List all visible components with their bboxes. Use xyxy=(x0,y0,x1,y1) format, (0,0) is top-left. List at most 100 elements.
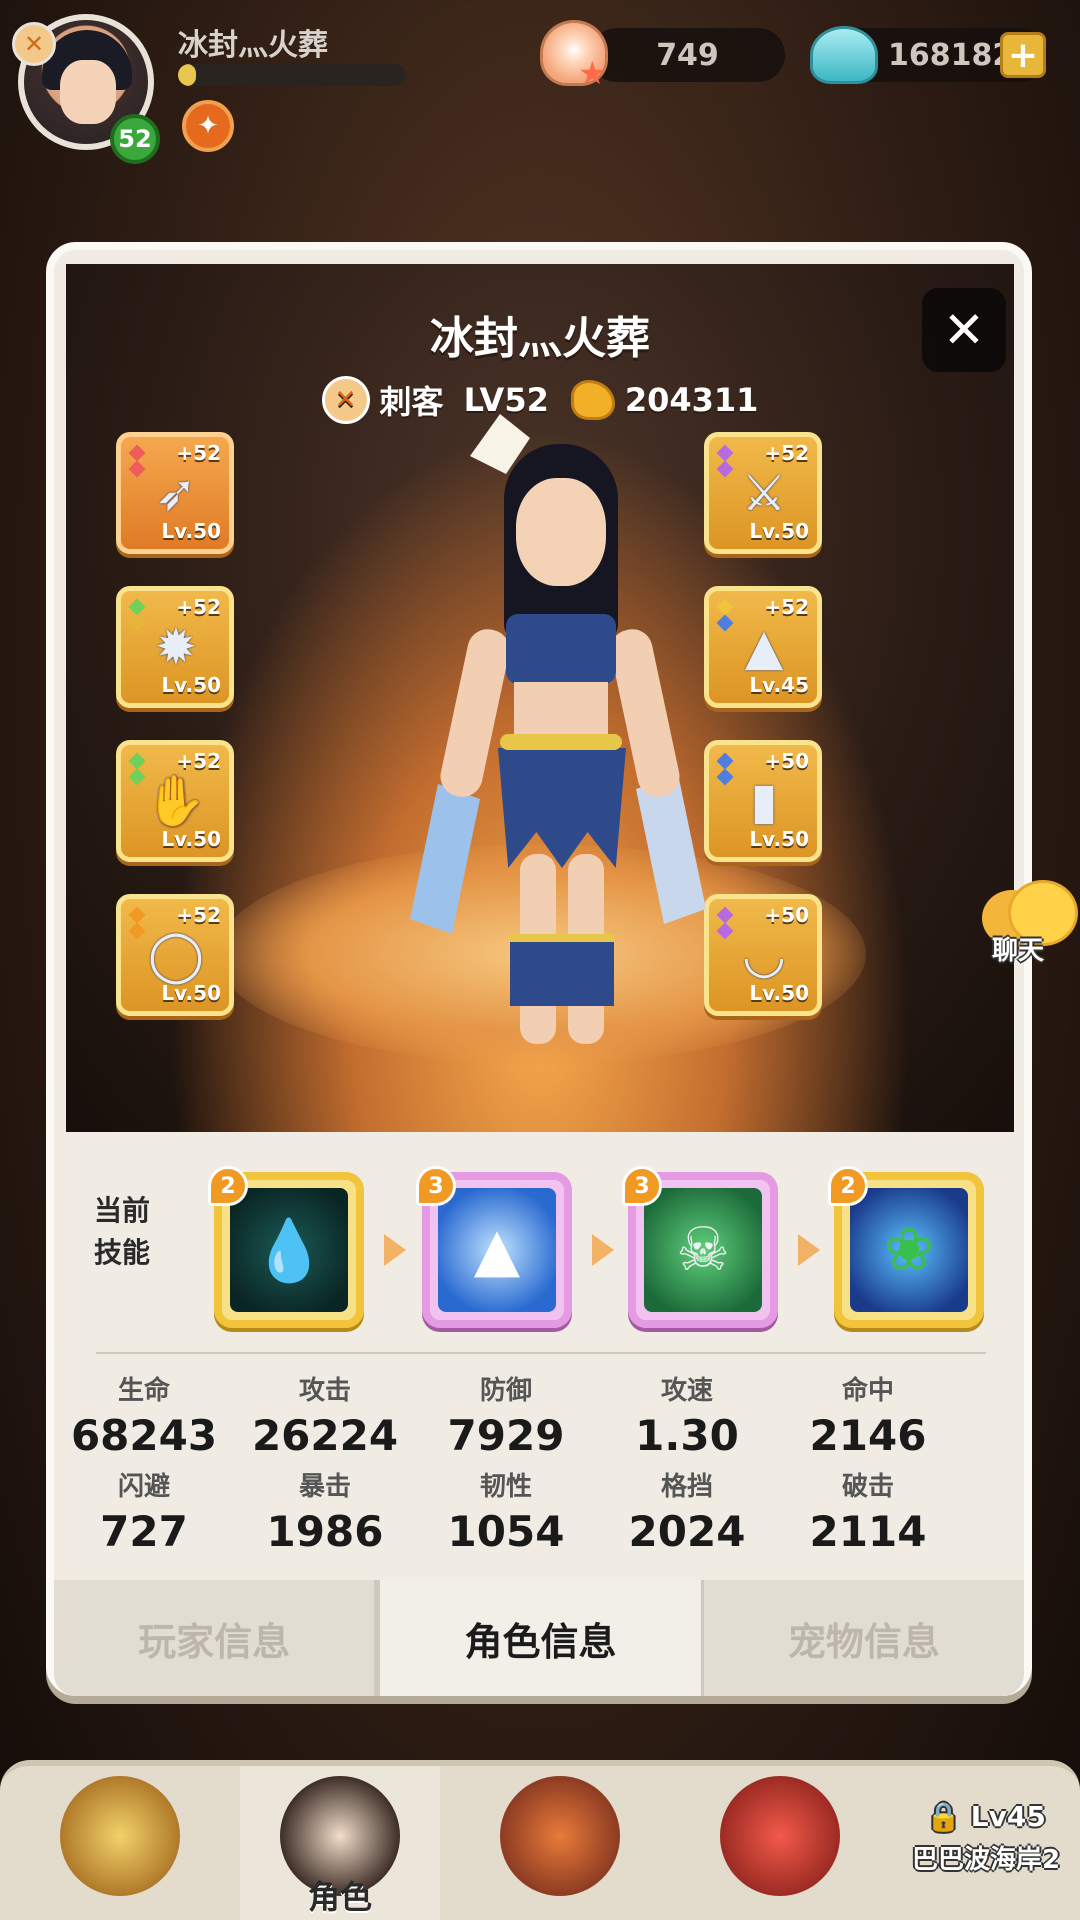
stat-value: 1054 xyxy=(447,1507,565,1556)
equip-slot-left-4[interactable]: ◯ +52 Lv.50 xyxy=(116,894,234,1016)
left-boot xyxy=(510,934,564,1006)
nav-item-tribe[interactable] xyxy=(20,1766,220,1920)
starfish-icon: ★ xyxy=(578,54,607,92)
lock-icon: 🔒 xyxy=(926,1800,962,1833)
stat-item: 生命 68243 xyxy=(54,1370,234,1460)
nav-item-pet[interactable] xyxy=(680,1766,880,1920)
gem-icon xyxy=(716,752,734,770)
item-level: Lv.50 xyxy=(749,981,809,1005)
lock-level: 🔒 Lv45 xyxy=(896,1800,1076,1833)
item-level: Lv.50 xyxy=(161,827,221,851)
equip-slot-right-4[interactable]: ◡ +50 Lv.50 xyxy=(704,894,822,1016)
skill-slot-1[interactable]: 💧 2 xyxy=(208,1166,364,1328)
add-currency-button[interactable]: + xyxy=(1000,32,1046,78)
assassin-class-icon: ✕ xyxy=(12,22,56,66)
lock-location-name: 巴巴波海岸2 xyxy=(911,1845,1061,1875)
stat-label: 攻击 xyxy=(298,1376,351,1406)
avatar-face xyxy=(60,60,116,124)
stat-label: 格挡 xyxy=(660,1472,713,1502)
hero-head xyxy=(516,478,606,586)
nav-item-role[interactable]: 角色 xyxy=(240,1766,440,1920)
hat-icon: ▲ xyxy=(744,618,784,676)
enhance-level: +50 xyxy=(764,903,809,927)
skill-slot-4[interactable]: ❀ 2 xyxy=(828,1166,984,1328)
shell-currency: 749 xyxy=(590,28,785,82)
chat-button[interactable]: 聊天 xyxy=(982,880,1080,980)
nav-item-totem[interactable] xyxy=(460,1766,660,1920)
spear-icon: ➶ xyxy=(155,464,197,522)
stat-value: 727 xyxy=(100,1507,188,1556)
leaf-creature-icon: ❀ xyxy=(850,1188,968,1312)
tab-pet-info[interactable]: 宠物信息 xyxy=(703,1580,1024,1696)
gem-icon xyxy=(128,906,146,924)
skill-4-count: 2 xyxy=(828,1166,868,1206)
stat-label: 命中 xyxy=(841,1376,894,1406)
player-name: 冰封灬火葬 xyxy=(178,28,328,63)
water-drop-icon: 💧 xyxy=(230,1188,348,1312)
gem-icon xyxy=(716,906,734,924)
gem-icon xyxy=(128,598,146,616)
equip-slot-left-1[interactable]: ➶ +52 Lv.50 xyxy=(116,432,234,554)
enhance-level: +52 xyxy=(176,903,221,927)
tribe-chief-icon xyxy=(60,1776,180,1896)
top-hud: ✕ 52 冰封灬火葬 ✦ 749 ★ 168182 + xyxy=(0,0,1080,230)
equip-slot-right-1[interactable]: ⚔ +52 Lv.50 xyxy=(704,432,822,554)
stat-label: 韧性 xyxy=(479,1472,532,1502)
tab-player-info[interactable]: 玩家信息 xyxy=(54,1580,378,1696)
clam-icon xyxy=(810,26,878,84)
gem-icon xyxy=(716,444,734,462)
gem-icon xyxy=(128,752,146,770)
character-stage: 冰封灬火葬 ✕ 刺客 LV52 204311 ✕ ➶ +52 Lv.50 ✹ +52 Lv… xyxy=(66,264,1014,1132)
claw-gauntlet-icon: ✋ xyxy=(144,771,208,830)
blade-icon: ⚔ xyxy=(741,464,787,522)
exp-bar xyxy=(178,64,406,86)
close-button[interactable]: ✕ xyxy=(922,288,1006,372)
stat-item: 命中 2146 xyxy=(778,1370,958,1460)
stat-item: 攻速 1.30 xyxy=(597,1370,777,1460)
equip-slot-right-3[interactable]: ▮ +50 Lv.50 xyxy=(704,740,822,862)
tab-role-info[interactable]: 角色信息 xyxy=(377,1580,704,1696)
locked-location[interactable]: 🔒 Lv45 巴巴波海岸2 xyxy=(896,1800,1076,1876)
stat-label: 生命 xyxy=(117,1376,170,1406)
enhance-level: +50 xyxy=(764,749,809,773)
hero-belt xyxy=(500,734,622,750)
skills-label-line1: 当前 xyxy=(94,1194,151,1227)
right-boot xyxy=(560,934,614,1006)
gem-icon xyxy=(128,444,146,462)
stat-value: 2146 xyxy=(809,1411,927,1460)
skill-slot-2[interactable]: ▲ 3 xyxy=(416,1166,572,1328)
shell-currency-value: 749 xyxy=(656,37,719,73)
item-level: Lv.50 xyxy=(161,519,221,543)
equip-slot-left-3[interactable]: ✋ +52 Lv.50 xyxy=(116,740,234,862)
stat-label: 闪避 xyxy=(117,1472,170,1502)
stat-value: 1.30 xyxy=(635,1411,739,1460)
stat-item: 破击 2114 xyxy=(778,1466,958,1556)
stat-value: 68243 xyxy=(70,1411,218,1460)
enhance-level: +52 xyxy=(176,595,221,619)
stat-label: 攻速 xyxy=(660,1376,713,1406)
skill-arrow-icon xyxy=(798,1234,820,1266)
assassin-class-icon: ✕ xyxy=(321,376,370,424)
stat-label: 暴击 xyxy=(298,1472,351,1502)
vip-badge-icon[interactable]: ✦ xyxy=(182,100,234,152)
totem-mask-icon xyxy=(500,1776,620,1896)
stat-item: 防御 7929 xyxy=(416,1370,596,1460)
hero-skirt xyxy=(498,748,626,868)
enhance-level: +52 xyxy=(764,595,809,619)
enhance-level: +52 xyxy=(176,749,221,773)
character-model[interactable] xyxy=(410,414,706,1074)
hero-top xyxy=(506,614,616,684)
right-claw xyxy=(636,774,706,924)
equip-slot-right-2[interactable]: ▲ +52 Lv.45 xyxy=(704,586,822,708)
lock-level-text: Lv45 xyxy=(970,1800,1046,1833)
skill-1-count: 2 xyxy=(208,1166,248,1206)
stat-item: 暴击 1986 xyxy=(235,1466,415,1556)
chat-label: 聊天 xyxy=(992,936,1045,966)
skills-label-line2: 技能 xyxy=(94,1236,151,1269)
hero-torso xyxy=(514,682,608,738)
skill-slot-3[interactable]: ☠ 3 xyxy=(622,1166,778,1328)
stat-item: 攻击 26224 xyxy=(235,1370,415,1460)
item-level: Lv.50 xyxy=(749,519,809,543)
skill-2-count: 3 xyxy=(416,1166,456,1206)
equip-slot-left-2[interactable]: ✹ +52 Lv.50 xyxy=(116,586,234,708)
